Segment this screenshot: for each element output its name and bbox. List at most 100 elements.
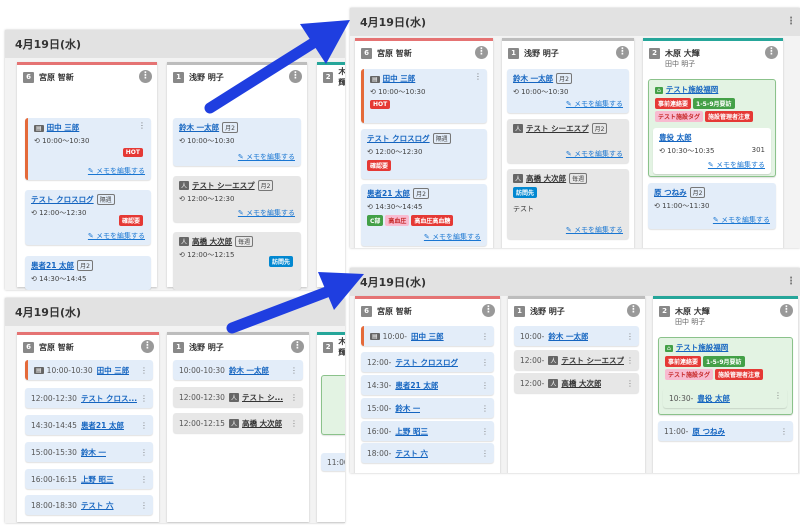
column-menu-icon[interactable]: ⋮ bbox=[482, 304, 495, 317]
patient-name-link[interactable]: テスト クロスログ bbox=[367, 134, 430, 143]
row-menu-icon[interactable]: ⋮ bbox=[290, 366, 298, 375]
patient-name-link[interactable]: 鈴木 一太郎 bbox=[513, 74, 553, 83]
visit-row[interactable]: 16:00- 上野 昭三 ⋮ bbox=[361, 421, 494, 441]
column-menu-icon[interactable]: ⋮ bbox=[616, 46, 629, 59]
patient-name-link[interactable]: テスト クロスログ bbox=[31, 195, 94, 204]
visit-row[interactable]: 10:00-10:30 鈴木 一太郎 ⋮ bbox=[173, 360, 303, 380]
edit-memo-link[interactable]: ✎ メモを編集する bbox=[88, 231, 145, 241]
visit-row[interactable]: 12:00- 人高橋 大次郎 ⋮ bbox=[514, 373, 639, 393]
card-menu-icon[interactable]: ⋮ bbox=[138, 121, 146, 130]
panel-compact-after: 4月19日(水) ⋮ 6 宮原 智新 ⋮ 1 浅野 明子 ⋮ 2 木原 大輝 ⋮ 田中 明子 … bbox=[350, 268, 800, 473]
facility-name-link[interactable]: テスト施設福岡 bbox=[666, 85, 719, 94]
row-menu-icon[interactable]: ⋮ bbox=[626, 356, 634, 365]
facility-card[interactable] bbox=[321, 375, 345, 435]
visit-row[interactable]: 12:00-12:30 人テスト シ... ⋮ bbox=[173, 387, 303, 407]
visit-row[interactable]: 16:00-16:15 上野 昭三 ⋮ bbox=[25, 469, 153, 489]
visit-card[interactable]: テスト クロスログ 隔週 ⟲ 12:00〜12:30 確認要 ✎ メモを編集する bbox=[25, 190, 151, 245]
row-menu-icon[interactable]: ⋮ bbox=[481, 332, 489, 341]
row-menu-icon[interactable]: ⋮ bbox=[290, 393, 298, 402]
patient-name-link[interactable]: 田中 三郎 bbox=[47, 123, 80, 132]
patient-name-link[interactable]: テスト シーエスプ bbox=[192, 181, 255, 190]
patient-name-link[interactable]: 豊役 太郎 bbox=[659, 133, 692, 142]
visit-row[interactable]: 12:00- 人テスト シーエスプ ⋮ bbox=[514, 350, 639, 370]
visit-row[interactable]: 12:00- テスト クロスログ ⋮ bbox=[361, 352, 494, 372]
visit-row[interactable]: 11:00 bbox=[321, 453, 345, 471]
patient-name-link[interactable]: 患者21 太郎 bbox=[367, 189, 410, 198]
edit-memo-link[interactable]: ✎ メモを編集する bbox=[708, 160, 765, 170]
visit-card[interactable]: ▤ 田中 三郎 ⟲ 10:00〜10:30 HOT ⋮ bbox=[361, 69, 487, 123]
row-menu-icon[interactable]: ⋮ bbox=[140, 501, 148, 510]
visit-card[interactable]: 鈴木 一太郎 月2 ⟲ 10:00〜10:30 ✎ メモを編集する bbox=[507, 69, 629, 113]
patient-name-link[interactable]: 高橋 大次郎 bbox=[526, 174, 566, 183]
visit-time: ⟲ 10:30〜10:35 301 bbox=[659, 146, 765, 155]
column-menu-icon[interactable]: ⋮ bbox=[780, 304, 793, 317]
edit-memo-link[interactable]: ✎ メモを編集する bbox=[238, 208, 295, 218]
facility-card[interactable]: ⌂ テスト施設福岡 事前連絡要 1-5-9月要訪 テスト施設タグ 施設管理者注意 10… bbox=[658, 337, 793, 415]
visit-card[interactable]: 人テスト シーエスプ 月2 ✎ メモを編集する bbox=[507, 119, 629, 163]
column-menu-icon[interactable]: ⋮ bbox=[139, 70, 152, 83]
column-menu-icon[interactable]: ⋮ bbox=[627, 304, 640, 317]
row-menu-icon[interactable]: ⋮ bbox=[140, 448, 148, 457]
visit-row[interactable]: 12:00-12:30 テスト クロス... ⋮ bbox=[25, 388, 153, 408]
edit-memo-link[interactable]: ✎ メモを編集する bbox=[566, 149, 623, 159]
visit-card[interactable]: 鈴木 一太郎 月2 ⟲ 10:00〜10:30 ✎ メモを編集する bbox=[173, 118, 301, 166]
visit-card[interactable]: 患者21 太郎 月2 ⟲ 14:30〜14:45 bbox=[25, 256, 151, 290]
visit-row[interactable]: 12:00-12:15 人高橋 大次郎 ⋮ bbox=[173, 413, 303, 433]
row-menu-icon[interactable]: ⋮ bbox=[626, 332, 634, 341]
visit-row[interactable]: 10:30- 豊役 太郎 ⋮ bbox=[663, 388, 787, 408]
row-menu-icon[interactable]: ⋮ bbox=[774, 391, 782, 400]
edit-memo-link[interactable]: ✎ メモを編集する bbox=[713, 215, 770, 225]
patient-name-link[interactable]: 原 つねみ bbox=[654, 188, 687, 197]
visit-row[interactable]: 18:00- テスト 六 ⋮ bbox=[361, 443, 494, 463]
column-menu-icon[interactable]: ⋮ bbox=[765, 46, 778, 59]
visit-card[interactable]: 原 つねみ 月2 ⟲ 11:00〜11:30 ✎ メモを編集する bbox=[648, 183, 776, 229]
row-menu-icon[interactable]: ⋮ bbox=[140, 475, 148, 484]
visit-card[interactable]: ▤ 田中 三郎 ⟲ 10:00〜10:30 HOT ⋮ ✎ メモを編集する bbox=[25, 118, 151, 180]
visit-row[interactable]: 15:00- 鈴木 一 ⋮ bbox=[361, 398, 494, 418]
visit-row[interactable]: 14:30-14:45 患者21 太郎 ⋮ bbox=[25, 415, 153, 435]
row-menu-icon[interactable]: ⋮ bbox=[140, 421, 148, 430]
facility-name-link[interactable]: テスト施設福岡 bbox=[676, 343, 729, 352]
row-menu-icon[interactable]: ⋮ bbox=[626, 379, 634, 388]
visit-card[interactable]: テスト クロスログ 隔週 ⟲ 12:00〜12:30 確認要 bbox=[361, 129, 487, 179]
visit-row[interactable]: 15:00-15:30 鈴木 一 ⋮ bbox=[25, 442, 153, 462]
patient-name-link[interactable]: 田中 三郎 bbox=[383, 74, 416, 83]
document-icon: ▤ bbox=[34, 125, 44, 132]
row-menu-icon[interactable]: ⋮ bbox=[481, 427, 489, 436]
header-menu-icon[interactable]: ⋮ bbox=[786, 16, 796, 27]
visit-card[interactable]: 豊役 太郎 ⟲ 10:30〜10:35 301 ✎ メモを編集する bbox=[653, 128, 771, 174]
patient-name-link[interactable]: 鈴木 一太郎 bbox=[179, 123, 219, 132]
edit-memo-link[interactable]: ✎ メモを編集する bbox=[566, 99, 623, 109]
visit-row[interactable]: ▤ 10:00- 田中 三郎 ⋮ bbox=[361, 326, 494, 346]
column-menu-icon[interactable]: ⋮ bbox=[141, 340, 154, 353]
visit-row[interactable]: 11:00- 原 つねみ ⋮ bbox=[658, 421, 793, 441]
row-menu-icon[interactable]: ⋮ bbox=[481, 358, 489, 367]
edit-memo-link[interactable]: ✎ メモを編集する bbox=[424, 232, 481, 242]
card-menu-icon[interactable]: ⋮ bbox=[474, 72, 482, 81]
patient-name-link[interactable]: 患者21 太郎 bbox=[31, 261, 74, 270]
edit-memo-link[interactable]: ✎ メモを編集する bbox=[238, 152, 295, 162]
edit-memo-link[interactable]: ✎ メモを編集する bbox=[566, 225, 623, 235]
header-menu-icon[interactable]: ⋮ bbox=[786, 276, 796, 287]
row-menu-icon[interactable]: ⋮ bbox=[780, 427, 788, 436]
visit-card[interactable]: 人高橋 大次郎 毎週 訪問先 テスト ✎ メモを編集する bbox=[507, 169, 629, 239]
column-menu-icon[interactable]: ⋮ bbox=[475, 46, 488, 59]
row-menu-icon[interactable]: ⋮ bbox=[140, 366, 148, 375]
visit-card[interactable]: 人テスト シーエスプ 月2 ⟲ 12:00〜12:30 ✎ メモを編集する bbox=[173, 176, 301, 222]
edit-memo-link[interactable]: ✎ メモを編集する bbox=[88, 166, 145, 176]
row-menu-icon[interactable]: ⋮ bbox=[481, 381, 489, 390]
visit-row[interactable]: 18:00-18:30 テスト 六 ⋮ bbox=[25, 495, 153, 515]
column-menu-icon[interactable]: ⋮ bbox=[291, 340, 304, 353]
row-menu-icon[interactable]: ⋮ bbox=[481, 449, 489, 458]
patient-name-link[interactable]: テスト シーエスプ bbox=[526, 124, 589, 133]
status-tag: 事前連絡要 bbox=[665, 356, 702, 367]
visit-row[interactable]: 14:30- 患者21 太郎 ⋮ bbox=[361, 375, 494, 395]
row-menu-icon[interactable]: ⋮ bbox=[290, 419, 298, 428]
row-menu-icon[interactable]: ⋮ bbox=[481, 404, 489, 413]
visit-card[interactable]: 患者21 太郎 月2 ⟲ 14:30〜14:45 C部 高血圧 高血圧高血糖 ✎ メモ… bbox=[361, 184, 487, 246]
row-menu-icon[interactable]: ⋮ bbox=[140, 394, 148, 403]
patient-name-link[interactable]: 高橋 大次郎 bbox=[192, 237, 232, 246]
visit-row[interactable]: ▤ 10:00-10:30 田中 三郎 ⋮ bbox=[25, 360, 153, 380]
facility-card[interactable]: ⌂ テスト施設福岡 事前連絡要 1-5-9月要訪 テスト施設タグ 施設管理者注意 豊役… bbox=[648, 79, 776, 177]
visit-row[interactable]: 10:00- 鈴木 一太郎 ⋮ bbox=[514, 326, 639, 346]
